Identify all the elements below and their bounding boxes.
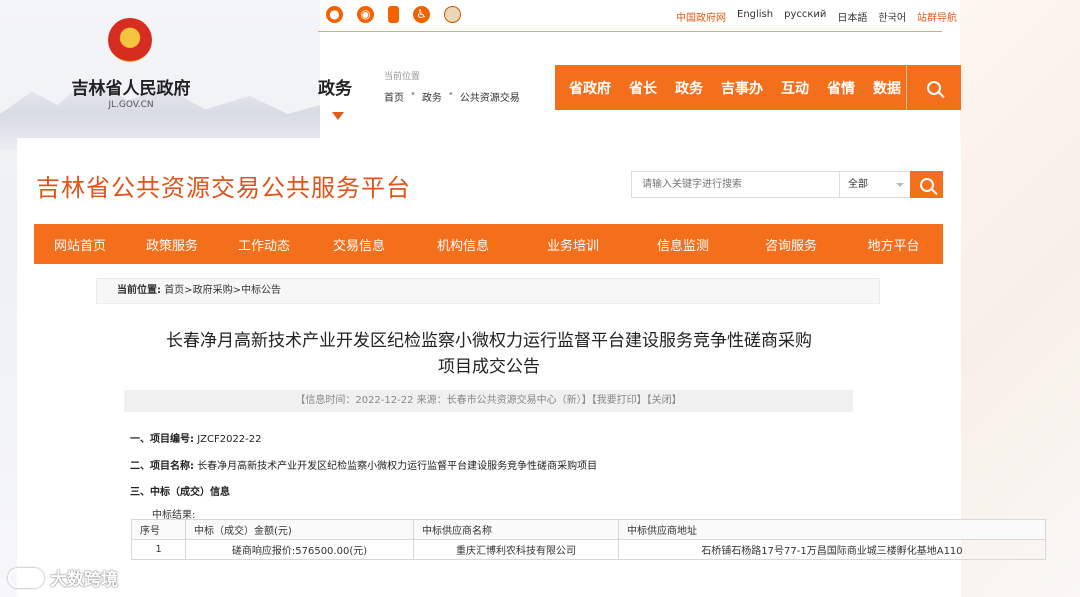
main-nav-item-local[interactable]: 地方平台 [844, 235, 943, 254]
location-title: 当前位置 [384, 72, 421, 82]
crumb-separator: • [410, 89, 416, 100]
field-award-info: 三、中标（成交）信息 [130, 483, 230, 498]
table-cell: 1 [131, 539, 186, 560]
article-meta: 【信息时间：2022-12-22 来源：长春市公共资源交易中心（新）】【我要打印… [124, 390, 853, 412]
gov-nav-item-data[interactable]: 数据 [873, 78, 901, 98]
mascot-icon[interactable] [444, 6, 461, 23]
main-nav-item-work-news[interactable]: 工作动态 [218, 235, 310, 254]
crumb-gov-affairs[interactable]: 政务 [422, 89, 442, 104]
gov-nav-item-province[interactable]: 省政府 [569, 78, 611, 98]
link-korean[interactable]: 한국어 [878, 9, 906, 24]
breadcrumb-path[interactable]: 首页>政府采购>中标公告 [164, 285, 281, 296]
field-project-name: 二、项目名称: 长春净月高新技术产业开发区纪检监察小微权力运行监督平台建设服务竞… [130, 457, 597, 472]
crumb-home[interactable]: 首页 [384, 89, 404, 104]
main-nav-item-consulting[interactable]: 咨询服务 [738, 235, 844, 254]
table-cell: 磋商响应报价:576500.00(元) [185, 539, 414, 560]
accessibility-icon[interactable]: ♿ [413, 6, 430, 23]
platform-search-box: 全部 [631, 171, 911, 198]
main-nav-item-training[interactable]: 业务培训 [518, 235, 628, 254]
field-label: 三、中标（成交）信息 [130, 487, 230, 498]
field-label: 一、项目编号: [130, 434, 194, 445]
main-nav-item-trade-info[interactable]: 交易信息 [310, 235, 408, 254]
table-header: 中标（成交）金额(元) [185, 519, 414, 540]
field-value: 长春净月高新技术产业开发区纪检监察小微权力运行监督平台建设服务竞争性磋商采购项目 [197, 461, 598, 472]
header-divider [318, 31, 942, 32]
watermark-text: 大数跨境 [50, 570, 118, 590]
table-cell: 重庆汇博利农科技有限公司 [413, 539, 619, 560]
page-breadcrumb: 当前位置: 首页>政府采购>中标公告 [96, 278, 880, 304]
national-emblem-logo[interactable] [108, 18, 152, 62]
gov-nav-item-affairs[interactable]: 政务 [675, 78, 703, 98]
watermark-logo-icon [8, 567, 44, 588]
table-header: 序号 [131, 519, 186, 540]
field-project-number: 一、项目编号: JZCF2022-22 [130, 430, 262, 445]
section-label: 政务 [318, 79, 352, 99]
search-icon [927, 80, 941, 95]
article-title-line2: 项目成交公告 [438, 357, 540, 377]
gov-nav-item-governor[interactable]: 省长 [629, 78, 657, 98]
location-breadcrumb: 首页 • 政务 • 公共资源交易 [384, 89, 520, 104]
field-value: JZCF2022-22 [197, 434, 262, 445]
table-header: 中标供应商名称 [413, 519, 619, 540]
gov-search-button[interactable] [906, 65, 961, 110]
section-arrow-icon [332, 112, 344, 120]
top-icon-bar: ● ◉ ♿ [326, 6, 461, 23]
weibo-icon[interactable]: ◉ [357, 6, 374, 23]
link-russian[interactable]: русский [784, 9, 826, 24]
article-title-line1: 长春净月高新技术产业开发区纪检监察小微权力运行监督平台建设服务竞争性磋商采购 [166, 331, 812, 351]
watermark: 大数跨境 [8, 565, 118, 590]
main-nav-item-policy[interactable]: 政策服务 [126, 235, 218, 254]
background-right [960, 0, 1080, 597]
link-site-nav[interactable]: 站群导航 [917, 9, 957, 24]
platform-title[interactable]: 吉林省公共资源交易公共服务平台 [36, 168, 411, 203]
link-english[interactable]: English [737, 9, 773, 24]
search-icon [919, 177, 934, 192]
top-links: 中国政府网 English русский 日本語 한국어 站群导航 [676, 9, 957, 24]
wechat-icon[interactable]: ● [326, 6, 343, 23]
gov-site-domain: JL.GOV.CN [108, 100, 154, 110]
gov-site-name[interactable]: 吉林省人民政府 [68, 74, 194, 99]
search-input[interactable] [632, 172, 840, 197]
main-nav-item-monitoring[interactable]: 信息监测 [628, 235, 738, 254]
table-header-row: 序号 中标（成交）金额(元) 中标供应商名称 中标供应商地址 [131, 519, 1046, 540]
crumb-separator: • [447, 89, 454, 100]
crumb-public-resources[interactable]: 公共资源交易 [460, 89, 520, 104]
search-scope-select[interactable]: 全部 [840, 172, 910, 197]
table-cell: 石桥铺石杨路17号77-1万昌国际商业城三楼孵化基地A110 [618, 539, 1046, 560]
mobile-icon[interactable] [388, 6, 399, 23]
gov-nav-item-interaction[interactable]: 互动 [781, 78, 809, 98]
main-nav-item-home[interactable]: 网站首页 [34, 235, 126, 254]
link-china-gov[interactable]: 中国政府网 [676, 9, 726, 24]
main-nav-bar: 网站首页 政策服务 工作动态 交易信息 机构信息 业务培训 信息监测 咨询服务 … [34, 224, 943, 264]
field-label: 二、项目名称: [130, 461, 194, 472]
table-row: 1 磋商响应报价:576500.00(元) 重庆汇博利农科技有限公司 石桥铺石杨… [131, 539, 1046, 560]
result-table: 序号 中标（成交）金额(元) 中标供应商名称 中标供应商地址 1 磋商响应报价:… [131, 519, 1046, 560]
article-title: 长春净月高新技术产业开发区纪检监察小微权力运行监督平台建设服务竞争性磋商采购 项… [120, 328, 858, 380]
gov-nav-item-profile[interactable]: 省情 [827, 78, 855, 98]
table-header: 中标供应商地址 [618, 519, 1046, 540]
gov-nav-bar: 省政府 省长 政务 吉事办 互动 省情 数据 [555, 65, 961, 110]
gov-nav-item-services[interactable]: 吉事办 [721, 78, 763, 98]
breadcrumb-label: 当前位置: [117, 285, 161, 296]
link-japanese[interactable]: 日本語 [837, 9, 867, 24]
platform-search-button[interactable] [910, 171, 943, 198]
main-nav-item-org-info[interactable]: 机构信息 [408, 235, 518, 254]
